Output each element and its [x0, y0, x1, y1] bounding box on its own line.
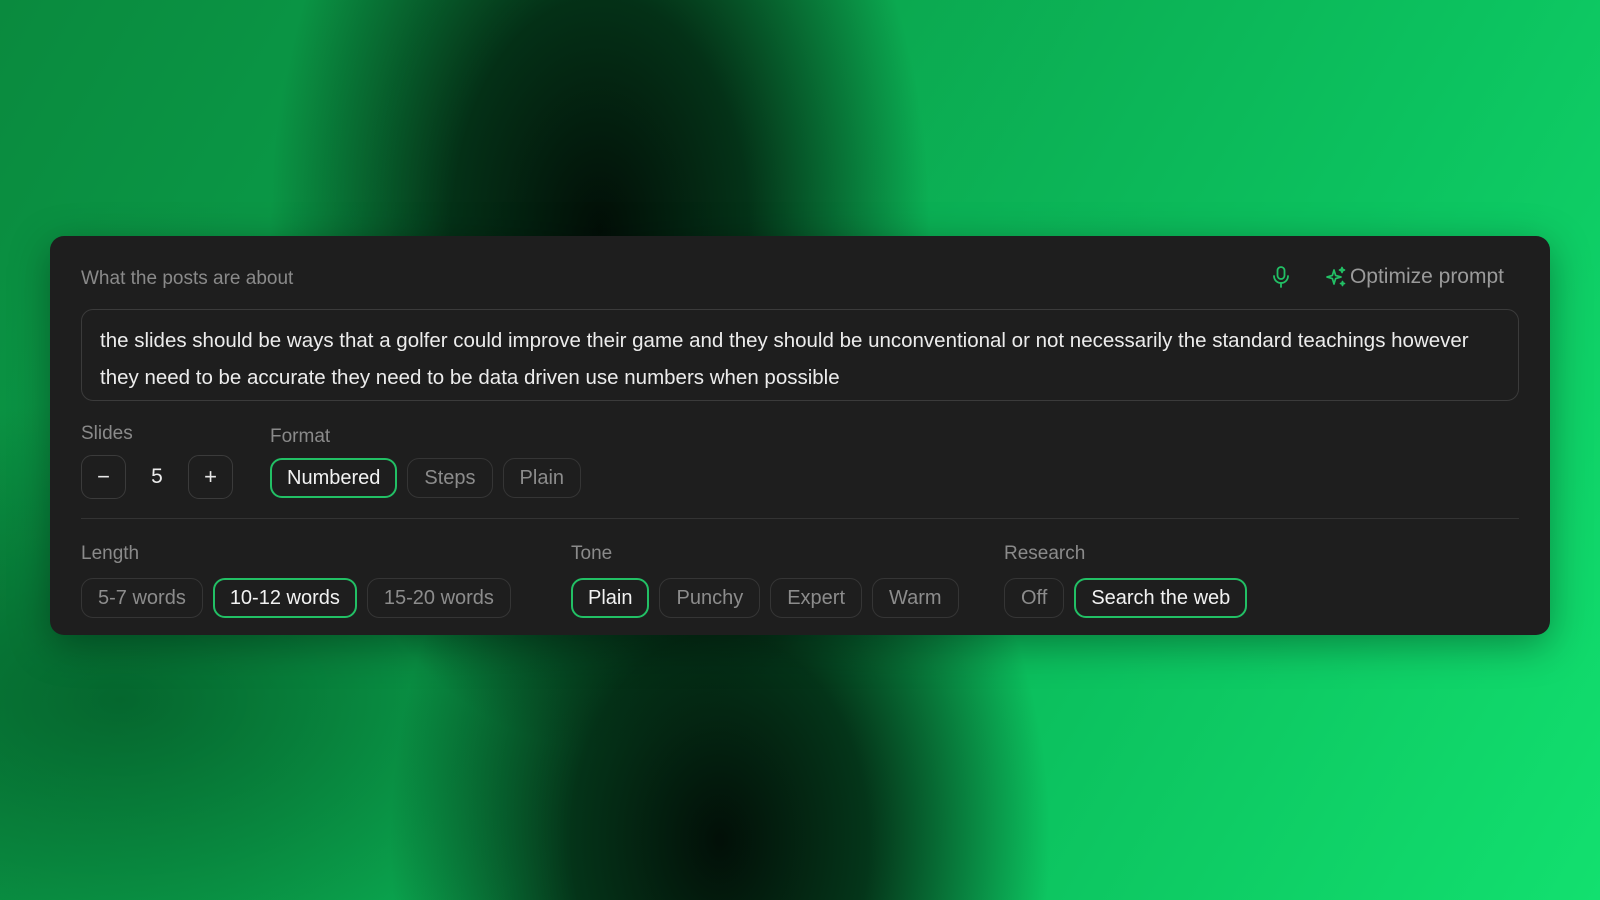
research-label: Research [1004, 543, 1086, 564]
format-options: Numbered Steps Plain [270, 458, 591, 498]
sparkles-icon [1326, 266, 1346, 287]
slides-increment-button[interactable]: + [188, 455, 233, 499]
research-option-off[interactable]: Off [1004, 578, 1065, 618]
topic-label: What the posts are about [81, 268, 294, 289]
microphone-icon[interactable] [1268, 264, 1294, 290]
length-options: 5-7 words 10-12 words 15-20 words [81, 578, 521, 618]
length-option-15-20[interactable]: 15-20 words [366, 578, 511, 618]
optimize-prompt-label: Optimize prompt [1349, 265, 1504, 288]
tone-option-plain[interactable]: Plain [571, 578, 650, 618]
tone-option-punchy[interactable]: Punchy [659, 578, 761, 618]
format-label: Format [270, 426, 331, 447]
prompt-settings-panel: What the posts are about Optimize prompt… [50, 236, 1550, 635]
research-option-search-web[interactable]: Search the web [1074, 578, 1248, 618]
format-option-numbered[interactable]: Numbered [270, 458, 398, 498]
length-option-5-7[interactable]: 5-7 words [81, 578, 203, 618]
length-label: Length [81, 543, 140, 564]
slides-decrement-button[interactable]: − [81, 455, 126, 499]
format-option-steps[interactable]: Steps [407, 458, 493, 498]
slides-count: 5 [151, 465, 163, 488]
length-option-10-12[interactable]: 10-12 words [212, 578, 357, 618]
optimize-prompt-button[interactable]: Optimize prompt [1324, 265, 1504, 289]
tone-options: Plain Punchy Expert Warm [571, 578, 969, 618]
tone-option-warm[interactable]: Warm [872, 578, 959, 618]
slides-label: Slides [81, 423, 133, 444]
prompt-textarea[interactable]: the slides should be ways that a golfer … [81, 309, 1519, 401]
tone-label: Tone [571, 543, 613, 564]
format-option-plain[interactable]: Plain [502, 458, 582, 498]
tone-option-expert[interactable]: Expert [770, 578, 863, 618]
top-actions: Optimize prompt [1268, 264, 1504, 290]
section-divider [81, 518, 1519, 519]
research-options: Off Search the web [1004, 578, 1257, 618]
prompt-text: the slides should be ways that a golfer … [100, 329, 1469, 389]
